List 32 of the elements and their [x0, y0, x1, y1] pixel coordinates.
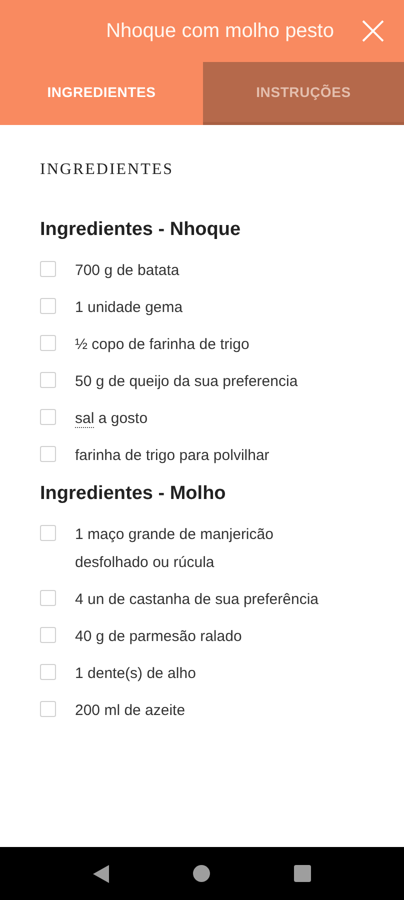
checkbox[interactable]: [40, 298, 56, 314]
checkbox[interactable]: [40, 409, 56, 425]
checkbox[interactable]: [40, 261, 56, 277]
checkbox[interactable]: [40, 627, 56, 643]
checkbox[interactable]: [40, 525, 56, 541]
tab[interactable]: INSTRUÇÕES: [203, 62, 404, 125]
ingredient-text: 1 unidade gema: [75, 298, 183, 318]
ingredient-text: 50 g de queijo da sua preferencia: [75, 372, 298, 392]
ingredient-text: sal a gosto: [75, 409, 148, 430]
checkbox[interactable]: [40, 590, 56, 606]
ingredient-text: ½ copo de farinha de trigo: [75, 335, 250, 355]
checkbox[interactable]: [40, 664, 56, 680]
checkbox[interactable]: [40, 372, 56, 388]
back-icon[interactable]: [93, 864, 109, 882]
ingredient-text: 1 dente(s) de alho: [75, 664, 196, 684]
close-button[interactable]: [362, 20, 384, 42]
section-title: INGREDIENTES: [40, 161, 175, 179]
recents-icon[interactable]: [294, 865, 311, 882]
ingredient-text: 4 un de castanha de sua preferência: [75, 590, 319, 610]
ingredient-text: 700 g de batata: [75, 261, 180, 281]
ingredient-text: 200 ml de azeite: [75, 701, 186, 721]
checkbox[interactable]: [40, 335, 56, 351]
checkbox[interactable]: [40, 446, 56, 462]
group-heading: Ingredientes - Nhoque: [40, 219, 242, 241]
ingredient-text: 40 g de parmesão ralado: [75, 627, 242, 647]
ingredient-text: farinha de trigo para polvilhar: [75, 446, 270, 466]
checkbox[interactable]: [40, 701, 56, 717]
group-heading: Ingredientes - Molho: [40, 483, 227, 505]
ingredient-text: 1 maço grande de manjericão desfolhado ou rúcula: [75, 525, 274, 573]
recipe-title: Nhoque com molho pesto: [106, 20, 334, 42]
home-icon[interactable]: [193, 865, 210, 882]
glossary-link[interactable]: sal: [75, 410, 94, 428]
